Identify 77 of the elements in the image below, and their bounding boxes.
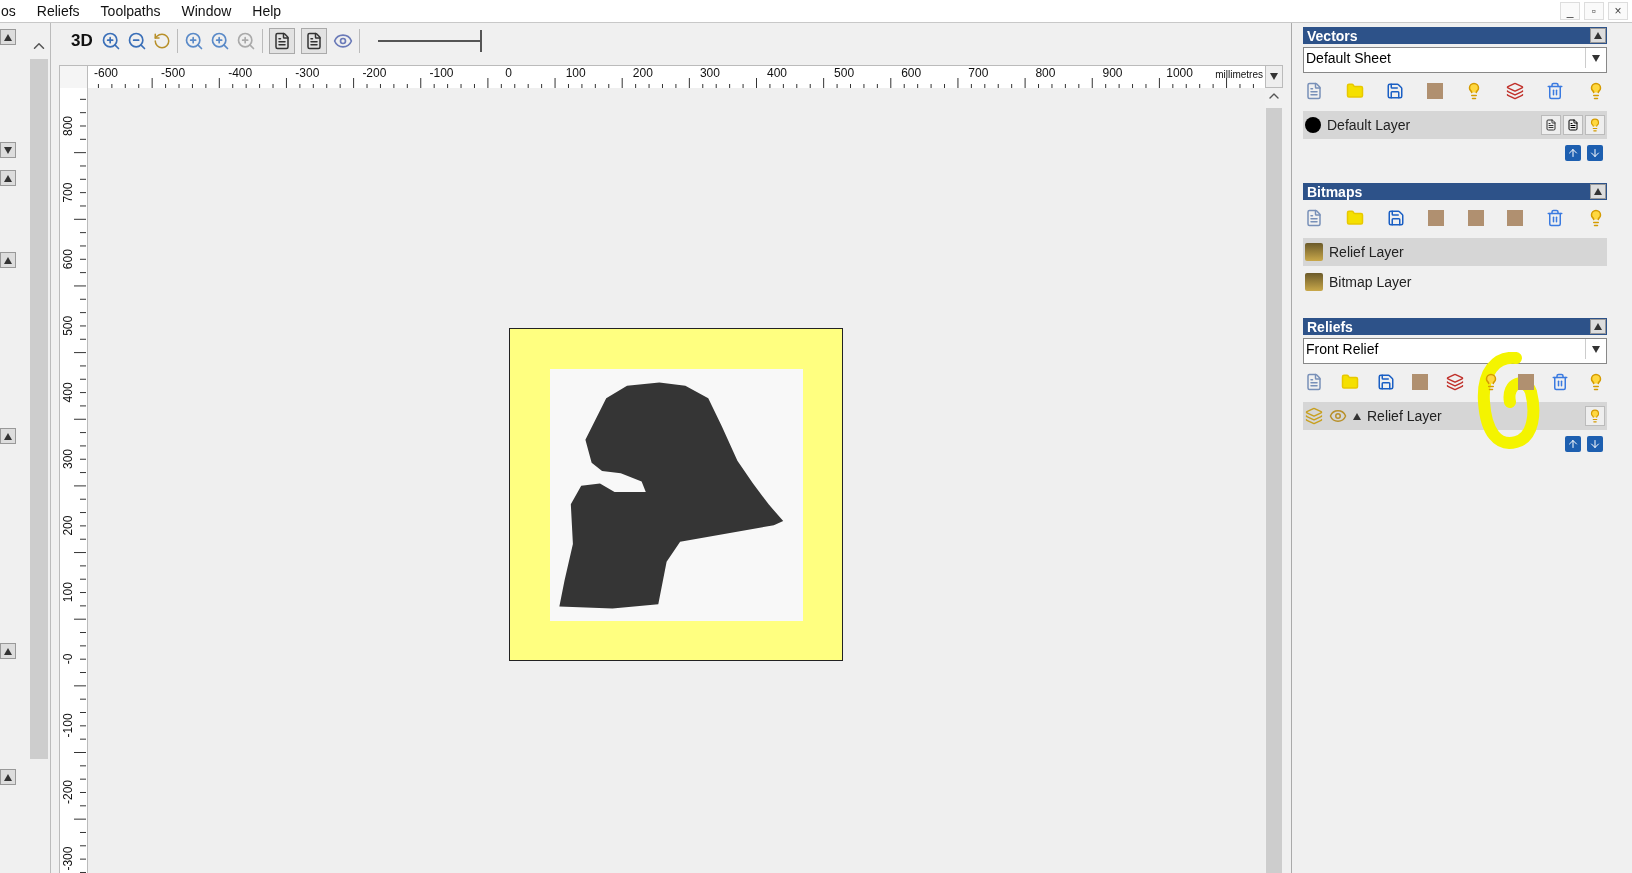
move-down-button[interactable] — [1587, 145, 1603, 161]
collapse-button[interactable] — [0, 428, 16, 444]
scrollbar-thumb[interactable] — [1266, 108, 1282, 873]
move-up-button[interactable] — [1565, 436, 1581, 452]
menu-item[interactable]: Toolpaths — [90, 3, 172, 19]
trash-icon[interactable] — [1546, 82, 1565, 100]
layer-name: Relief Layer — [1367, 408, 1442, 424]
zoom-in-icon[interactable] — [100, 31, 121, 51]
panel-header[interactable]: Reliefs — [1303, 318, 1607, 335]
collapse-button[interactable] — [1590, 28, 1606, 43]
menu-item[interactable]: os — [0, 3, 27, 19]
layer-row[interactable]: Relief Layer — [1303, 402, 1607, 430]
panel-title: Vectors — [1307, 27, 1358, 44]
menu-item[interactable]: Help — [242, 3, 293, 19]
save-icon[interactable] — [1387, 209, 1406, 227]
layer-row[interactable]: Default Layer — [1303, 111, 1607, 139]
document-icon[interactable] — [1305, 209, 1323, 227]
layers-icon[interactable] — [1446, 373, 1464, 391]
visibility-button[interactable] — [1585, 406, 1605, 426]
vertical-ruler: 800 700 600 500 400 300 200 100 -0 -100 -200 -300 — [59, 88, 88, 873]
collapse-button[interactable] — [0, 29, 16, 45]
horizontal-ruler: -600 -500 -400 -300 -200 -100 0 100 200 300 400 500 600 700 800 900 1000 millimetres — [88, 65, 1265, 90]
document-icon[interactable] — [1305, 373, 1323, 391]
sheet-dropdown[interactable]: Front Relief — [1303, 338, 1607, 364]
3d-view-button[interactable]: 3D — [69, 31, 95, 51]
sheet-dropdown[interactable]: Default Sheet — [1303, 47, 1607, 73]
trash-icon[interactable] — [1551, 373, 1570, 391]
panel-header[interactable]: Vectors — [1303, 27, 1607, 44]
menu-item[interactable]: Reliefs — [26, 3, 91, 19]
panel-header[interactable]: Bitmaps — [1303, 183, 1607, 200]
collapse-button[interactable] — [0, 252, 16, 268]
units-dropdown[interactable] — [1265, 65, 1283, 88]
window-control[interactable]: _ — [1560, 2, 1580, 20]
save-icon[interactable] — [1386, 82, 1405, 100]
layer-row[interactable]: Relief Layer — [1303, 238, 1607, 266]
collapse-button[interactable] — [0, 643, 16, 659]
sheet-name: Default Sheet — [1306, 49, 1391, 66]
ruler-corner — [59, 65, 88, 89]
sheet-name: Front Relief — [1306, 340, 1379, 357]
move-down-button[interactable] — [1587, 436, 1603, 452]
document-icon[interactable] — [1305, 82, 1323, 100]
trash-icon[interactable] — [1545, 209, 1564, 227]
arrow-up-icon — [1567, 438, 1579, 450]
toggle-button[interactable] — [300, 28, 327, 54]
scrollbar-thumb[interactable] — [30, 59, 48, 759]
arrow-up-icon — [1567, 147, 1579, 159]
toggle-button[interactable] — [268, 28, 295, 54]
bitmap-thumbnail-icon — [1305, 273, 1323, 291]
layers-icon[interactable] — [1505, 82, 1524, 100]
zoom-out-icon[interactable] — [126, 31, 147, 51]
window-control[interactable]: ▫ — [1584, 2, 1604, 20]
collapse-button[interactable] — [0, 142, 16, 158]
arrow-down-icon — [1589, 147, 1601, 159]
collapse-button[interactable] — [1590, 184, 1606, 199]
window-control[interactable]: × — [1608, 2, 1628, 20]
zoom-disabled-icon — [235, 31, 256, 51]
arrow-down-icon — [1589, 438, 1601, 450]
layer-color-icon[interactable] — [1305, 117, 1321, 133]
menu-item[interactable]: Window — [171, 3, 243, 19]
pen-button[interactable] — [1563, 115, 1583, 135]
move-up-button[interactable] — [1565, 145, 1581, 161]
panel-title: Reliefs — [1307, 318, 1353, 335]
layer-row[interactable]: Bitmap Layer — [1303, 268, 1607, 296]
collapse-button[interactable] — [0, 769, 16, 785]
lightbulb-icon — [1588, 409, 1602, 423]
eye-icon[interactable] — [332, 31, 353, 51]
bitmap-thumbnail-icon — [1305, 243, 1323, 261]
zoom-reset-icon[interactable] — [152, 32, 171, 50]
lock-button[interactable] — [1541, 115, 1561, 135]
layer-name: Bitmap Layer — [1329, 274, 1412, 290]
layer-name: Default Layer — [1327, 117, 1411, 133]
collapse-button[interactable] — [1590, 319, 1606, 334]
save-icon[interactable] — [1376, 373, 1395, 391]
layer-name: Relief Layer — [1329, 244, 1404, 260]
lightbulb-icon — [1588, 118, 1602, 132]
collapse-button[interactable] — [0, 170, 16, 186]
panel-title: Bitmaps — [1307, 183, 1363, 200]
